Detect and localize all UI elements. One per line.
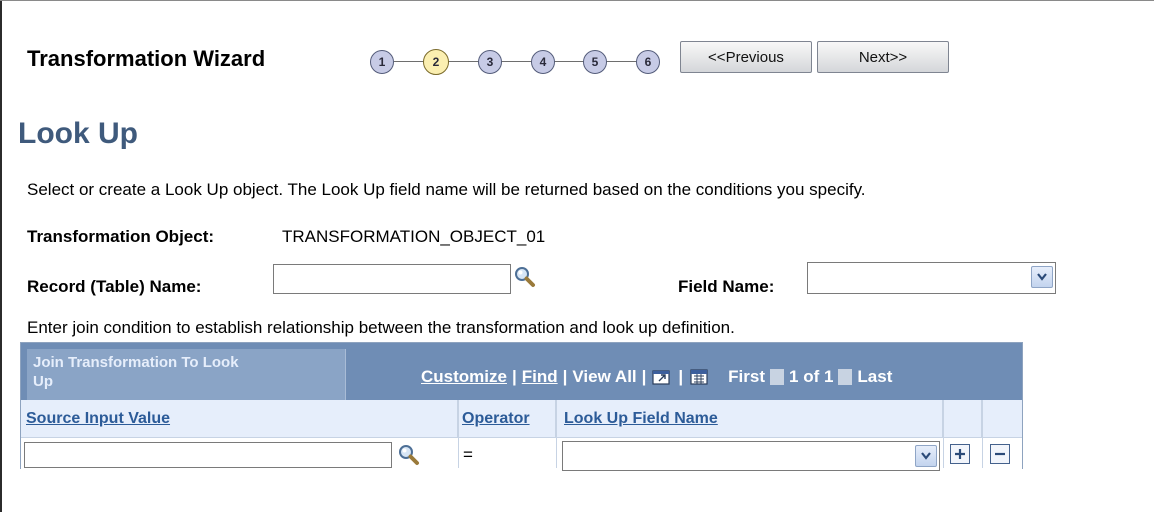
grid-title-line1: Join Transformation To Look xyxy=(33,354,239,371)
step-5[interactable]: 5 xyxy=(583,50,607,74)
find-link[interactable]: Find xyxy=(522,367,558,387)
col-look-up-field-name[interactable]: Look Up Field Name xyxy=(556,400,943,437)
col-divider xyxy=(458,400,459,468)
next-arrow-icon xyxy=(838,369,853,385)
step-1[interactable]: 1 xyxy=(370,50,394,74)
wizard-title: Transformation Wizard xyxy=(27,46,266,71)
dropdown-arrow-icon[interactable] xyxy=(915,445,937,467)
table-row: = xyxy=(21,437,1022,471)
customize-link[interactable]: Customize xyxy=(421,367,507,387)
window-left-border xyxy=(0,0,2,512)
window-top-border xyxy=(0,0,1154,1)
last-label: Last xyxy=(857,367,893,386)
grid-title-line2: Up xyxy=(33,373,53,390)
col-operator[interactable]: Operator xyxy=(458,400,556,437)
grid-header: Join Transformation To Look Up Customize… xyxy=(21,343,1022,400)
col-source-input-value[interactable]: Source Input Value xyxy=(21,400,458,437)
download-icon[interactable] xyxy=(688,368,710,386)
lookup-icon[interactable] xyxy=(398,444,420,466)
field-name-select[interactable] xyxy=(807,262,1056,294)
grid-title: Join Transformation To Look Up xyxy=(27,349,346,400)
col-divider xyxy=(556,400,557,468)
add-row-icon[interactable] xyxy=(950,444,970,464)
record-name-label: Record (Table) Name: xyxy=(27,277,202,296)
zoom-icon[interactable] xyxy=(651,368,673,386)
dropdown-arrow-icon[interactable] xyxy=(1031,266,1053,288)
col-look-up-field-name-link[interactable]: Look Up Field Name xyxy=(564,410,718,428)
col-divider xyxy=(943,400,944,468)
lookup-icon[interactable] xyxy=(514,266,536,288)
next-button[interactable]: Next>> xyxy=(817,41,949,73)
wizard-steps: 1 2 3 4 5 6 xyxy=(370,48,670,76)
prev-arrow-icon xyxy=(770,369,785,385)
col-source-input-value-link[interactable]: Source Input Value xyxy=(26,410,170,428)
source-input-value-field[interactable] xyxy=(24,442,392,468)
operator-value: = xyxy=(463,445,473,464)
field-name-label: Field Name: xyxy=(678,277,775,296)
step-4[interactable]: 4 xyxy=(531,50,555,74)
join-instructions: Enter join condition to establish relati… xyxy=(27,318,735,337)
view-all-link[interactable]: View All xyxy=(572,367,636,387)
transformation-object-label: Transformation Object: xyxy=(27,227,215,246)
previous-button[interactable]: <<Previous xyxy=(680,41,812,73)
page-instructions: Select or create a Look Up object. The L… xyxy=(27,180,866,199)
grid-navigation: Customize | Find | View All | | First 1 … xyxy=(421,367,893,387)
transformation-object-value: TRANSFORMATION_OBJECT_01 xyxy=(282,227,546,246)
delete-row-icon[interactable] xyxy=(990,444,1010,464)
col-add-header xyxy=(943,400,982,437)
record-name-input[interactable] xyxy=(273,264,511,294)
look-up-field-name-select[interactable] xyxy=(562,441,940,471)
step-6[interactable]: 6 xyxy=(636,50,660,74)
col-delete-header xyxy=(982,400,1022,437)
join-grid: Join Transformation To Look Up Customize… xyxy=(20,342,1023,471)
page-range: 1 of 1 xyxy=(789,367,834,386)
step-3[interactable]: 3 xyxy=(478,50,502,74)
col-operator-link[interactable]: Operator xyxy=(462,410,530,428)
step-2-active[interactable]: 2 xyxy=(423,49,449,75)
first-label: First xyxy=(728,367,766,386)
col-divider xyxy=(982,400,983,468)
page-title: Look Up xyxy=(18,117,138,150)
